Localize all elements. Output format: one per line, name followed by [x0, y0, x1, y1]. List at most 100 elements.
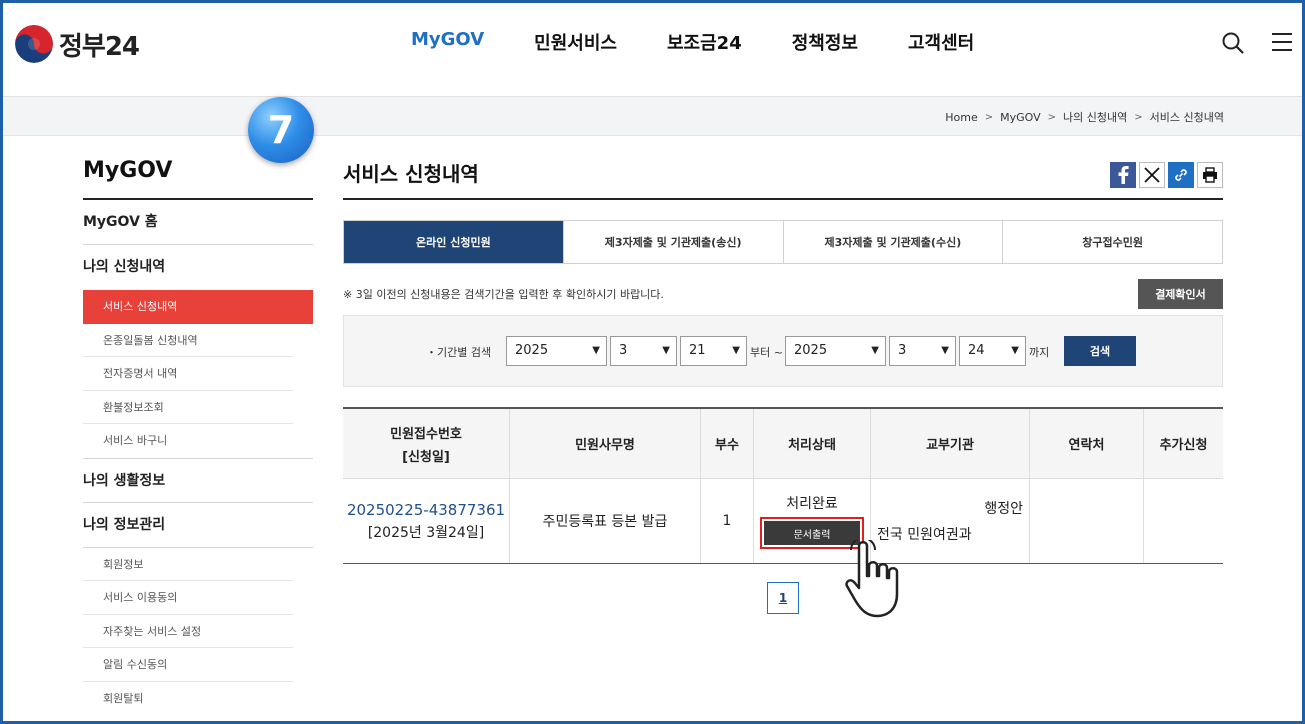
- tab-third-party-received[interactable]: 제3자제출 및 기관제출(수신): [783, 221, 1004, 263]
- share-toolbar: [1107, 162, 1223, 188]
- sidebar-subitem-notification-consent[interactable]: 알림 수신동의: [83, 648, 293, 682]
- header-additional-request: 추가신청: [1159, 438, 1208, 453]
- sidebar-submenu-applications: 서비스 신청내역 온종일돌봄 신청내역 전자증명서 내역 환불정보조회 서비스 …: [83, 290, 313, 458]
- chevron-right-icon: >: [984, 111, 994, 123]
- from-day-select[interactable]: 21 ▼: [680, 336, 747, 366]
- taegeuk-logo-icon: [15, 25, 53, 63]
- nav-civil-service[interactable]: 민원서비스: [534, 29, 617, 55]
- sidebar-item-mygov-home[interactable]: MyGOV 홈: [83, 200, 313, 245]
- header-status: 처리상태: [754, 409, 871, 478]
- sidebar-subitem-service-basket[interactable]: 서비스 바구니: [83, 424, 293, 458]
- from-year-value: 2025: [515, 343, 549, 358]
- from-suffix: 부터 ~: [750, 346, 783, 359]
- header-contact: 연락처: [1030, 409, 1144, 478]
- search-icon[interactable]: [1221, 31, 1245, 59]
- filter-label: ・기간별 검색: [426, 346, 492, 359]
- from-year-select[interactable]: 2025 ▼: [506, 336, 607, 366]
- tab-counter-applications[interactable]: 창구접수민원: [1003, 221, 1222, 263]
- page-title: 서비스 신청내역: [343, 158, 1223, 200]
- sidebar-subitem-withdraw[interactable]: 회원탈퇴: [83, 682, 293, 716]
- chevron-right-icon: >: [1134, 111, 1143, 123]
- to-month-value: 3: [898, 343, 907, 358]
- cell-receipt: 20250225-43877361 [2025년 3월24일]: [343, 479, 510, 563]
- applications-table: 민원접수번호 [신청일] 민원사무명 부수 처리상태 교부기관 연락처 추가신청…: [343, 407, 1223, 564]
- header-apply-date-label: [신청일]: [402, 449, 450, 465]
- sidebar-submenu-info: 회원정보 서비스 이용동의 자주찾는 서비스 설정 알림 수신동의 회원탈퇴: [83, 548, 313, 716]
- pointing-hand-cursor-icon: [845, 537, 919, 624]
- to-suffix: 까지: [1029, 346, 1050, 359]
- table-header-row: 민원접수번호 [신청일] 민원사무명 부수 처리상태 교부기관 연락처 추가신청: [343, 409, 1223, 479]
- table-row: 20250225-43877361 [2025년 3월24일] 주민등록표 등본…: [343, 479, 1223, 563]
- apply-date: [2025년 3월24일]: [367, 524, 485, 541]
- nav-mygov[interactable]: MyGOV: [411, 29, 484, 55]
- agency-line-1: 행정안: [984, 501, 1023, 517]
- cell-copies: 1: [701, 479, 754, 563]
- sidebar: MyGOV MyGOV 홈 나의 신청내역 서비스 신청내역 온종일돌봄 신청내…: [83, 158, 313, 715]
- cell-service-name: 주민등록표 등본 발급: [510, 479, 701, 563]
- chevron-down-icon: ▼: [662, 345, 670, 356]
- sidebar-item-life-info[interactable]: 나의 생활정보: [83, 457, 313, 503]
- link-copy-icon[interactable]: [1168, 162, 1194, 188]
- header-copies: 부수: [701, 409, 754, 478]
- print-icon[interactable]: [1197, 162, 1223, 188]
- main-content: 서비스 신청내역 온라인 신청민원 제3자제출 및 기관제출(송신) 제3자제출…: [343, 158, 1223, 614]
- header-issuing-agency: 교부기관: [871, 409, 1030, 478]
- to-year-select[interactable]: 2025 ▼: [785, 336, 886, 366]
- pagination-page-1[interactable]: 1: [767, 582, 799, 614]
- payment-confirmation-button[interactable]: 결제확인서: [1138, 279, 1223, 309]
- tab-online-applications[interactable]: 온라인 신청민원: [344, 221, 564, 263]
- breadcrumb-current: 서비스 신청내역: [1149, 111, 1224, 124]
- sidebar-subitem-service-consent[interactable]: 서비스 이용동의: [83, 581, 293, 615]
- site-logo[interactable]: 정부24: [15, 25, 140, 63]
- receipt-number-link[interactable]: 20250225-43877361: [347, 501, 505, 519]
- from-day-value: 21: [689, 343, 706, 358]
- breadcrumb-mygov[interactable]: MyGOV: [1000, 111, 1041, 124]
- breadcrumb: Home > MyGOV > 나의 신청내역 > 서비스 신청내역: [945, 109, 1224, 125]
- logo-text: 정부24: [59, 31, 140, 62]
- sidebar-subitem-member-info[interactable]: 회원정보: [83, 548, 293, 581]
- from-month-value: 3: [619, 343, 628, 358]
- date-filter-box: ・기간별 검색 2025 ▼ 3 ▼ 21 ▼ 부터 ~ 2025 ▼ 3 ▼ 24 ▼ 까…: [343, 315, 1223, 387]
- sidebar-item-my-info[interactable]: 나의 정보관리: [83, 503, 313, 548]
- nav-subsidy24[interactable]: 보조금24: [667, 29, 742, 55]
- sidebar-item-my-applications[interactable]: 나의 신청내역: [83, 245, 313, 290]
- breadcrumb-home[interactable]: Home: [945, 111, 977, 124]
- application-type-tabs: 온라인 신청민원 제3자제출 및 기관제출(송신) 제3자제출 및 기관제출(수…: [343, 220, 1223, 264]
- sidebar-subitem-favorite-services[interactable]: 자주찾는 서비스 설정: [83, 615, 293, 648]
- cell-additional-request: [1144, 479, 1223, 563]
- breadcrumb-my-applications[interactable]: 나의 신청내역: [1063, 109, 1127, 125]
- global-nav: MyGOV 민원서비스 보조금24 정책정보 고객센터: [411, 29, 1024, 55]
- sidebar-title: MyGOV: [83, 158, 313, 200]
- chevron-down-icon: ▼: [592, 345, 600, 356]
- sidebar-subitem-refund-info[interactable]: 환불정보조회: [83, 391, 293, 424]
- tab-third-party-sent[interactable]: 제3자제출 및 기관제출(송신): [563, 221, 784, 263]
- sidebar-subitem-e-certificates[interactable]: 전자증명서 내역: [83, 357, 293, 391]
- status-text: 처리완료: [786, 496, 838, 512]
- to-month-select[interactable]: 3 ▼: [889, 336, 956, 366]
- step-number-badge: 7: [248, 97, 314, 163]
- chevron-down-icon: ▼: [941, 345, 949, 356]
- header-receipt-no: 민원접수번호 [신청일]: [343, 409, 510, 478]
- search-button[interactable]: 검색: [1064, 336, 1136, 366]
- header-service-name: 민원사무명: [510, 409, 701, 478]
- header-receipt-no-label: 민원접수번호: [390, 426, 462, 442]
- chevron-down-icon: ▼: [1011, 345, 1019, 356]
- chevron-right-icon: >: [1047, 111, 1057, 123]
- facebook-icon[interactable]: [1110, 162, 1136, 188]
- from-month-select[interactable]: 3 ▼: [610, 336, 677, 366]
- to-day-value: 24: [968, 343, 985, 358]
- site-header: 정부24 MyGOV 민원서비스 보조금24 정책정보 고객센터: [3, 3, 1302, 97]
- sidebar-subitem-care-applications[interactable]: 온종일돌봄 신청내역: [83, 324, 293, 357]
- nav-customer-center[interactable]: 고객센터: [908, 29, 974, 55]
- to-year-value: 2025: [794, 343, 828, 358]
- chevron-down-icon: ▼: [732, 345, 740, 356]
- sidebar-subitem-service-applications[interactable]: 서비스 신청내역: [83, 290, 313, 324]
- hamburger-menu-icon[interactable]: [1271, 31, 1293, 57]
- x-twitter-icon[interactable]: [1139, 162, 1165, 188]
- notice-text: ※ 3일 이전의 신청내용은 검색기간을 입력한 후 확인하시기 바랍니다.: [343, 288, 664, 301]
- cell-contact: [1030, 479, 1144, 563]
- breadcrumb-bar: Home > MyGOV > 나의 신청내역 > 서비스 신청내역: [3, 97, 1302, 136]
- to-day-select[interactable]: 24 ▼: [959, 336, 1026, 366]
- chevron-down-icon: ▼: [871, 345, 879, 356]
- nav-policy-info[interactable]: 정책정보: [792, 29, 858, 55]
